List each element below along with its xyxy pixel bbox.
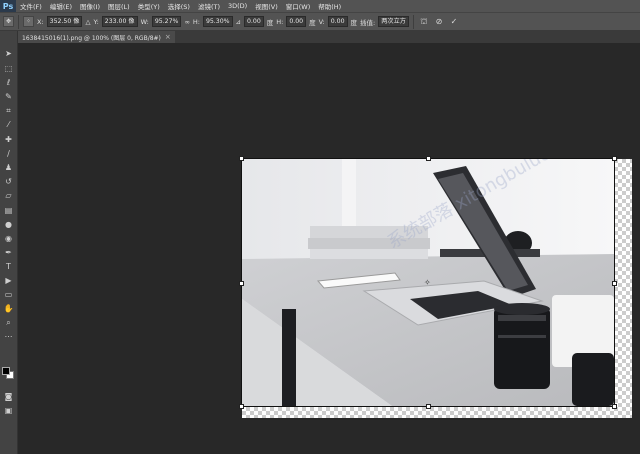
shape-icon[interactable]: ▭ bbox=[3, 289, 14, 300]
reference-point-icon[interactable]: ⁘ bbox=[23, 16, 34, 27]
vskew-label: V: bbox=[318, 17, 325, 26]
pen-icon[interactable]: ✒ bbox=[3, 247, 14, 258]
separator bbox=[412, 14, 414, 29]
dodge-icon[interactable]: ◉ bbox=[3, 233, 14, 244]
interpolation-label: 插值: bbox=[360, 18, 376, 27]
menu-help[interactable]: 帮助(H) bbox=[314, 1, 345, 11]
angle-unit: 度 bbox=[266, 18, 274, 27]
menu-window[interactable]: 窗口(W) bbox=[282, 1, 315, 11]
height-field[interactable]: 95.30% bbox=[202, 16, 233, 27]
gradient-icon[interactable]: ▤ bbox=[3, 205, 14, 216]
foreground-color-swatch[interactable] bbox=[2, 367, 10, 375]
hskew-unit: 度 bbox=[309, 18, 316, 27]
document-tab[interactable]: 1638415016(1).png @ 100% (图层 0, RGB/8#) … bbox=[18, 31, 175, 43]
hskew-field[interactable]: 0.00 bbox=[286, 16, 307, 27]
move-tool-icon[interactable]: ✥ bbox=[3, 16, 14, 27]
vskew-unit: 度 bbox=[350, 18, 358, 27]
crop-icon[interactable]: ⌗ bbox=[3, 105, 14, 116]
lasso-icon[interactable]: ℓ bbox=[3, 77, 14, 88]
move-icon[interactable]: ➤ bbox=[3, 48, 14, 59]
menu-bar: Ps 文件(F) 编辑(E) 图像(I) 图层(L) 类型(Y) 选择(S) 滤… bbox=[0, 0, 640, 12]
y-field[interactable]: 233.00 像 bbox=[101, 16, 138, 27]
menu-filter[interactable]: 滤镜(T) bbox=[194, 1, 224, 11]
transform-handle-bottom[interactable] bbox=[426, 404, 431, 409]
blur-icon[interactable]: ● bbox=[3, 219, 14, 230]
transform-handle-right[interactable] bbox=[612, 281, 617, 286]
photoshop-logo: Ps bbox=[0, 0, 16, 12]
separator bbox=[18, 14, 19, 29]
h-label: H: bbox=[192, 17, 200, 26]
options-bar: ✥ ⁘ X: 352.50 像 △ Y: 233.00 像 W: 95.27% … bbox=[0, 12, 640, 31]
cancel-icon[interactable]: ⊘ bbox=[433, 16, 445, 28]
eyedropper-icon[interactable]: ⁄ bbox=[3, 119, 14, 130]
document-tab-bar: 1638415016(1).png @ 100% (图层 0, RGB/8#) … bbox=[18, 31, 640, 43]
eraser-icon[interactable]: ▱ bbox=[3, 190, 14, 201]
close-icon[interactable]: × bbox=[165, 33, 171, 41]
interpolation-select[interactable]: 两次立方 bbox=[378, 16, 409, 27]
w-label: W: bbox=[140, 17, 149, 26]
zoom-icon[interactable]: ⌕ bbox=[3, 317, 14, 328]
y-label: Y: bbox=[93, 17, 99, 26]
menu-layer[interactable]: 图层(L) bbox=[104, 1, 134, 11]
quick-mask-icon[interactable]: ◙ bbox=[3, 391, 14, 402]
commit-icon[interactable]: ✓ bbox=[448, 16, 460, 28]
menu-type[interactable]: 类型(Y) bbox=[134, 1, 164, 11]
healing-brush-icon[interactable]: ✚ bbox=[3, 134, 14, 145]
history-brush-icon[interactable]: ↺ bbox=[3, 176, 14, 187]
hskew-label: H: bbox=[276, 17, 284, 26]
menu-select[interactable]: 选择(S) bbox=[164, 1, 194, 11]
hand-icon[interactable]: ✋ bbox=[3, 303, 14, 314]
angle-field[interactable]: 0.00 bbox=[243, 16, 264, 27]
document-tab-title: 1638415016(1).png @ 100% (图层 0, RGB/8#) bbox=[22, 34, 161, 42]
reference-point-icon[interactable]: ✧ bbox=[424, 279, 432, 287]
transform-handle-top[interactable] bbox=[426, 156, 431, 161]
stamp-icon[interactable]: ♟ bbox=[3, 162, 14, 173]
transform-handle-top-right[interactable] bbox=[612, 156, 617, 161]
type-icon[interactable]: T bbox=[3, 261, 14, 272]
quick-select-icon[interactable]: ✎ bbox=[3, 91, 14, 102]
path-select-icon[interactable]: ▶ bbox=[3, 275, 14, 286]
menu-3d[interactable]: 3D(D) bbox=[224, 2, 251, 10]
menu-file[interactable]: 文件(F) bbox=[16, 1, 46, 11]
brush-icon[interactable]: ∕ bbox=[3, 148, 14, 159]
warp-icon[interactable]: ⛫ bbox=[418, 16, 430, 28]
transform-handle-left[interactable] bbox=[239, 281, 244, 286]
transform-handle-top-left[interactable] bbox=[239, 156, 244, 161]
menu-view[interactable]: 视图(V) bbox=[251, 1, 282, 11]
marquee-icon[interactable]: ⬚ bbox=[3, 63, 14, 74]
link-icon[interactable]: ∞ bbox=[184, 18, 189, 26]
screen-mode-icon[interactable]: ▣ bbox=[3, 405, 14, 416]
more-tools-icon[interactable]: ⋯ bbox=[3, 331, 14, 342]
menu-edit[interactable]: 编辑(E) bbox=[46, 1, 76, 11]
delta-icon: △ bbox=[85, 17, 91, 26]
x-label: X: bbox=[37, 17, 44, 26]
x-field[interactable]: 352.50 像 bbox=[46, 16, 83, 27]
menu-image[interactable]: 图像(I) bbox=[76, 1, 104, 11]
width-field[interactable]: 95.27% bbox=[151, 16, 182, 27]
transform-handle-bottom-left[interactable] bbox=[239, 404, 244, 409]
transform-handle-bottom-right[interactable] bbox=[612, 404, 617, 409]
vskew-field[interactable]: 0.00 bbox=[327, 16, 348, 27]
tools-panel: ➤ ⬚ ℓ ✎ ⌗ ⁄ ✚ ∕ ♟ ↺ ▱ ▤ ● ◉ ✒ T ▶ ▭ ✋ ⌕ … bbox=[0, 31, 18, 454]
angle-icon: ⊿ bbox=[235, 17, 241, 26]
